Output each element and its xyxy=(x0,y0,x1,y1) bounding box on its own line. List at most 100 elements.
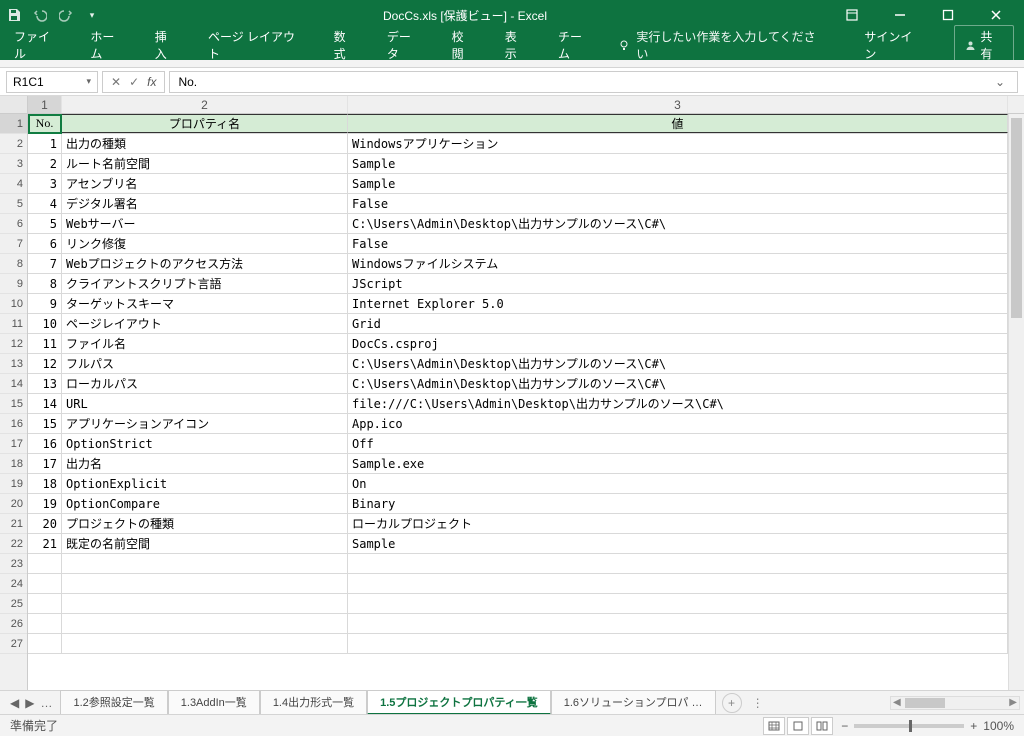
row-header[interactable]: 14 xyxy=(0,374,27,394)
cell-val[interactable]: False xyxy=(348,234,1008,253)
cells-grid[interactable]: No.プロパティ名値1出力の種類Windowsアプリケーション2ルート名前空間S… xyxy=(28,114,1024,690)
cell-no[interactable]: 4 xyxy=(28,194,62,213)
sheet-tab[interactable]: 1.2参照設定一覧 xyxy=(60,690,167,715)
cell-val[interactable]: Windowsファイルシステム xyxy=(348,254,1008,273)
row-header[interactable]: 13 xyxy=(0,354,27,374)
cell-prop[interactable]: ローカルパス xyxy=(62,374,348,393)
cell-no[interactable]: 5 xyxy=(28,214,62,233)
row-header[interactable]: 11 xyxy=(0,314,27,334)
cell-prop[interactable]: クライアントスクリプト言語 xyxy=(62,274,348,293)
cell-no[interactable]: 7 xyxy=(28,254,62,273)
cell-prop[interactable]: 出力の種類 xyxy=(62,134,348,153)
ribbon-options-button[interactable] xyxy=(830,0,874,30)
cell-prop[interactable]: フルパス xyxy=(62,354,348,373)
share-button[interactable]: 共有 xyxy=(954,25,1014,65)
formula-expand-icon[interactable]: ⌄ xyxy=(991,75,1009,89)
cell-val[interactable]: JScript xyxy=(348,274,1008,293)
name-box[interactable]: R1C1 ▾ xyxy=(6,71,98,93)
cell-prop[interactable]: OptionExplicit xyxy=(62,474,348,493)
col-header-1[interactable]: 1 xyxy=(28,96,62,113)
tell-me[interactable]: 実行したい作業を入力してください xyxy=(618,28,820,62)
scrollbar-thumb[interactable] xyxy=(1011,118,1022,318)
sheet-tab[interactable]: 1.6ソリューションプロパ … xyxy=(551,690,716,715)
row-header[interactable]: 4 xyxy=(0,174,27,194)
sheet-tab[interactable]: 1.3AddIn一覧 xyxy=(168,690,260,715)
row-header[interactable]: 7 xyxy=(0,234,27,254)
row-header[interactable]: 25 xyxy=(0,594,27,614)
row-header[interactable]: 8 xyxy=(0,254,27,274)
cell-prop[interactable]: OptionStrict xyxy=(62,434,348,453)
cell-no[interactable]: 19 xyxy=(28,494,62,513)
header-cell-no[interactable]: No. xyxy=(28,114,62,133)
cell-prop[interactable]: ページレイアウト xyxy=(62,314,348,333)
cell-prop[interactable]: デジタル署名 xyxy=(62,194,348,213)
chevron-down-icon[interactable]: ▾ xyxy=(86,76,91,87)
row-header[interactable]: 24 xyxy=(0,574,27,594)
zoom-out-button[interactable]: − xyxy=(841,719,848,733)
row-header[interactable]: 21 xyxy=(0,514,27,534)
cancel-icon[interactable]: ✕ xyxy=(111,75,121,89)
row-header[interactable]: 10 xyxy=(0,294,27,314)
add-sheet-button[interactable]: + xyxy=(722,693,742,713)
cell-no[interactable]: 10 xyxy=(28,314,62,333)
cell-val[interactable]: Grid xyxy=(348,314,1008,333)
row-header[interactable]: 5 xyxy=(0,194,27,214)
row-header[interactable]: 12 xyxy=(0,334,27,354)
cell-no[interactable]: 8 xyxy=(28,274,62,293)
cell-no[interactable]: 6 xyxy=(28,234,62,253)
cell-val[interactable]: Sample xyxy=(348,154,1008,173)
row-header[interactable]: 23 xyxy=(0,554,27,574)
cell-no[interactable]: 14 xyxy=(28,394,62,413)
tab-nav-ellipsis[interactable]: … xyxy=(40,696,52,710)
qat-more-icon[interactable]: ▾ xyxy=(84,7,100,23)
cell-val[interactable]: Windowsアプリケーション xyxy=(348,134,1008,153)
row-header[interactable]: 3 xyxy=(0,154,27,174)
row-header[interactable]: 17 xyxy=(0,434,27,454)
signin-link[interactable]: サインイン xyxy=(864,28,922,62)
cell-val[interactable]: ローカルプロジェクト xyxy=(348,514,1008,533)
row-header[interactable]: 6 xyxy=(0,214,27,234)
fx-icon[interactable]: fx xyxy=(147,75,156,89)
formula-bar[interactable]: No. ⌄ xyxy=(169,71,1018,93)
horizontal-scrollbar[interactable]: ◀ ▶ xyxy=(890,696,1020,710)
cell-val[interactable]: Sample.exe xyxy=(348,454,1008,473)
zoom-slider-thumb[interactable] xyxy=(909,720,912,732)
view-pagelayout-button[interactable] xyxy=(787,717,809,735)
row-header[interactable]: 22 xyxy=(0,534,27,554)
cell-prop[interactable]: Webプロジェクトのアクセス方法 xyxy=(62,254,348,273)
cell-prop[interactable]: アセンブリ名 xyxy=(62,174,348,193)
row-header[interactable]: 2 xyxy=(0,134,27,154)
view-pagebreak-button[interactable] xyxy=(811,717,833,735)
sheet-tab[interactable]: 1.5プロジェクトプロパティ一覧 xyxy=(367,690,551,715)
cell-no[interactable]: 9 xyxy=(28,294,62,313)
col-header-2[interactable]: 2 xyxy=(62,96,348,113)
row-header[interactable]: 27 xyxy=(0,634,27,654)
save-icon[interactable] xyxy=(6,7,22,23)
cell-prop[interactable]: プロジェクトの種類 xyxy=(62,514,348,533)
cell-prop[interactable]: 出力名 xyxy=(62,454,348,473)
zoom-slider[interactable] xyxy=(854,724,964,728)
cell-val[interactable]: DocCs.csproj xyxy=(348,334,1008,353)
zoom-in-button[interactable]: + xyxy=(970,719,977,733)
cell-no[interactable]: 21 xyxy=(28,534,62,553)
redo-icon[interactable] xyxy=(58,7,74,23)
cell-no[interactable]: 16 xyxy=(28,434,62,453)
row-header[interactable]: 26 xyxy=(0,614,27,634)
tab-nav-prev-icon[interactable]: ◀ xyxy=(10,696,19,710)
cell-prop[interactable]: 既定の名前空間 xyxy=(62,534,348,553)
cell-val[interactable]: Binary xyxy=(348,494,1008,513)
cell-no[interactable]: 12 xyxy=(28,354,62,373)
minimize-button[interactable] xyxy=(878,0,922,30)
enter-icon[interactable]: ✓ xyxy=(129,75,139,89)
ribbon-tab-team[interactable]: チーム xyxy=(554,28,596,62)
row-header[interactable]: 18 xyxy=(0,454,27,474)
cell-no[interactable]: 18 xyxy=(28,474,62,493)
ribbon-tab-file[interactable]: ファイル xyxy=(10,28,64,62)
cell-val[interactable]: C:\Users\Admin\Desktop\出力サンプルのソース\C#\ xyxy=(348,214,1008,233)
ribbon-tab-formulas[interactable]: 数式 xyxy=(330,28,361,62)
cell-prop[interactable]: ファイル名 xyxy=(62,334,348,353)
header-cell-prop[interactable]: プロパティ名 xyxy=(62,114,348,133)
cell-prop[interactable]: OptionCompare xyxy=(62,494,348,513)
undo-icon[interactable] xyxy=(32,7,48,23)
cell-val[interactable]: On xyxy=(348,474,1008,493)
